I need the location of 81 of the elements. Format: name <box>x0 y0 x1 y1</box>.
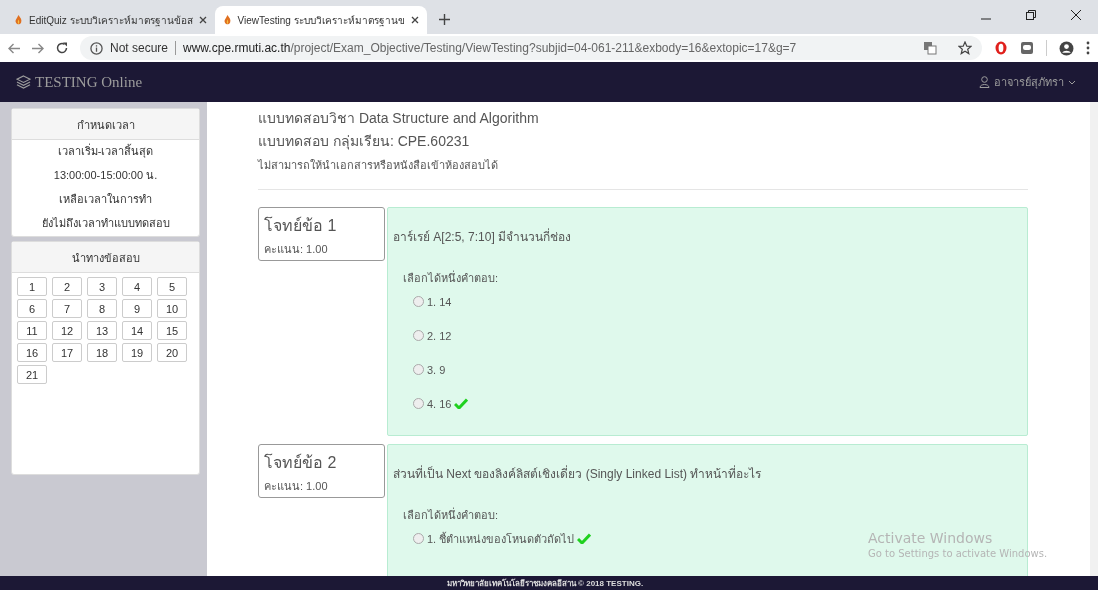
activation-text: Go to Settings to activate Windows. <box>868 548 1048 559</box>
question-number-button[interactable]: 8 <box>87 299 117 318</box>
question-number-button[interactable]: 11 <box>17 321 47 340</box>
answer-option[interactable]: 4. 16 <box>427 397 452 410</box>
radio-button[interactable] <box>413 330 424 341</box>
check-icon <box>454 398 469 409</box>
browser-tab[interactable]: EditQuiz ระบบวิเคราะห์มาตรฐานข้อส <box>6 6 215 34</box>
close-icon[interactable] <box>410 16 419 24</box>
account-icon[interactable] <box>1059 40 1074 56</box>
time-info: 13:00:00-15:00:00 น. <box>52 168 159 183</box>
exam-note: ไม่สามารถให้นำเอกสารหรือหนังสือเข้าห้องสอบได้ <box>258 158 499 172</box>
radio-button[interactable] <box>413 296 424 307</box>
minimize-icon[interactable] <box>980 18 991 20</box>
check-icon <box>577 533 592 544</box>
user-menu[interactable]: อาจารย์สุภัทรา <box>979 73 1076 91</box>
question-number-button[interactable]: 7 <box>52 299 82 318</box>
close-icon[interactable] <box>198 16 207 24</box>
question-score: คะแนน: 1.00 <box>264 479 329 494</box>
panel-title: กำหนดเวลา <box>12 109 199 140</box>
question-score: คะแนน: 1.00 <box>264 242 329 257</box>
star-icon[interactable] <box>958 41 972 55</box>
subject-title: แบบทดสอบวิชา Data Structure and Algorithm <box>258 110 540 126</box>
time-info: ยังไม่ถึงเวลาทำแบบทดสอบ <box>40 216 171 231</box>
flame-icon <box>222 14 232 26</box>
question-number-button[interactable]: 14 <box>122 321 152 340</box>
chat-icon[interactable] <box>1020 41 1034 55</box>
reload-icon[interactable] <box>56 42 68 54</box>
question-number-button[interactable]: 19 <box>122 343 152 362</box>
chevron-down-icon <box>1068 79 1076 85</box>
brand-link[interactable]: TESTING Online <box>35 73 143 91</box>
back-icon[interactable] <box>8 42 20 54</box>
question-number-button[interactable]: 13 <box>87 321 117 340</box>
question-number-button[interactable]: 9 <box>122 299 152 318</box>
plus-icon[interactable] <box>438 14 450 25</box>
answer-option[interactable]: 1. ชี้ตำแหน่งของโหนดตัวถัดไป <box>427 529 575 548</box>
url-path: /project/Exam_Objective/Testing/ViewTesting?subjid=04-061-211&exbody=16&extopic=17&g=7 <box>290 41 797 55</box>
translate-icon[interactable] <box>923 41 937 55</box>
security-label: Not secure <box>110 41 169 55</box>
url-host: www.cpe.rmuti.ac.th <box>183 41 291 55</box>
flame-icon <box>14 14 23 26</box>
question-number-button[interactable]: 21 <box>17 365 47 384</box>
footer-text: มหาวิทยาลัยเทคโนโลยีราชมงคลอีสาน © 2018 TESTING. <box>446 579 644 588</box>
radio-button[interactable] <box>413 398 424 409</box>
question-number-button[interactable]: 20 <box>157 343 187 362</box>
user-icon <box>979 76 990 88</box>
layers-icon <box>16 75 31 89</box>
radio-button[interactable] <box>413 364 424 375</box>
question-number-button[interactable]: 4 <box>122 277 152 296</box>
question-number-button[interactable]: 5 <box>157 277 187 296</box>
browser-tab[interactable]: ViewTesting ระบบวิเคราะห์มาตรฐานข <box>214 6 427 34</box>
address-bar[interactable]: Not secure www.cpe.rmuti.ac.th/project/Exam_Objective/Testing/ViewTesting?subjid=04-061-211&exbody=16&extopic=17&g=7 <box>80 36 982 60</box>
time-info: เวลาเริ่ม-เวลาสิ้นสุด <box>56 142 155 160</box>
question-number-button[interactable]: 12 <box>52 321 82 340</box>
question-number-button[interactable]: 16 <box>17 343 47 362</box>
question-number-button[interactable]: 18 <box>87 343 117 362</box>
menu-icon[interactable] <box>1086 41 1090 55</box>
panel-title: นำทางข้อสอบ <box>12 242 199 273</box>
answer-option[interactable]: 2. 12 <box>427 329 452 342</box>
question-number-button[interactable]: 6 <box>17 299 47 318</box>
answer-option[interactable]: 3. 9 <box>427 363 446 376</box>
answer-prompt: เลือกได้หนึ่งคำตอบ: <box>403 271 499 285</box>
restore-icon[interactable] <box>1025 10 1036 20</box>
question-text: ส่วนที่เป็น Next ของลิงค์ลิสต์เชิงเดี่ยว (Singly Linked List) ทำหน้าที่อะไร <box>393 467 763 482</box>
activation-title: Activate Windows <box>868 530 994 546</box>
info-icon[interactable] <box>90 41 103 55</box>
question-number: โจทย์ข้อ 1 <box>264 215 338 236</box>
question-number-button[interactable]: 2 <box>52 277 82 296</box>
question-number-button[interactable]: 10 <box>157 299 187 318</box>
close-icon[interactable] <box>1070 10 1081 20</box>
radio-button[interactable] <box>413 533 424 544</box>
forward-icon[interactable] <box>32 42 44 54</box>
time-info: เหลือเวลาในการทำ <box>58 192 153 207</box>
question-number-button[interactable]: 3 <box>87 277 117 296</box>
question-text: อาร์เรย์ A[2:5, 7:10] มีจำนวนกี่ช่อง <box>393 230 573 245</box>
answer-prompt: เลือกได้หนึ่งคำตอบ: <box>403 508 499 522</box>
answer-option[interactable]: 1. 14 <box>427 295 452 308</box>
question-number: โจทย์ข้อ 2 <box>264 452 338 473</box>
question-number-button[interactable]: 15 <box>157 321 187 340</box>
group-title: แบบทดสอบ กลุ่มเรียน: CPE.60231 <box>258 133 471 149</box>
question-number-button[interactable]: 1 <box>17 277 47 296</box>
question-number-button[interactable]: 17 <box>52 343 82 362</box>
